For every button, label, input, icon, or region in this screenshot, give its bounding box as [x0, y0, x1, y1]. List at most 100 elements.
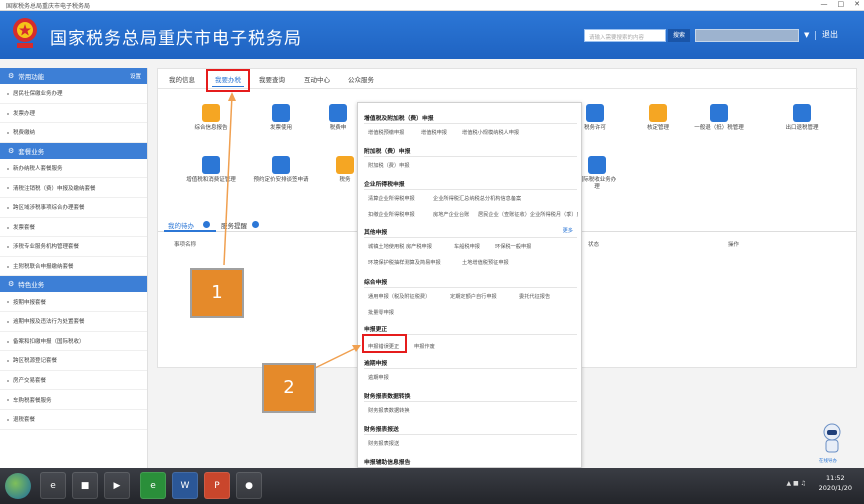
sidebar-section-special[interactable]: ⚙ 特色业务: [0, 276, 147, 293]
tile-label: 税费申: [329, 125, 347, 131]
menu-link[interactable]: 附加税（费）申报: [368, 162, 410, 169]
pricing-icon: [272, 156, 290, 174]
logout-link[interactable]: 退出: [822, 29, 838, 40]
sidebar-item[interactable]: 税费缴纳: [0, 123, 147, 143]
sidebar-item[interactable]: 房产交易套餐: [0, 371, 147, 391]
sidebar-section-title: 套餐业务: [18, 147, 45, 156]
menu-link[interactable]: 逾期申报: [368, 374, 389, 381]
menu-link[interactable]: 增值税小规模纳税人申报: [462, 129, 519, 136]
menu-link[interactable]: 城镇土地使用税 房产税申报: [368, 243, 432, 250]
sidebar-item[interactable]: 发票套餐: [0, 218, 147, 238]
menu-link[interactable]: 扣缴企业所得税申报: [368, 211, 415, 218]
assessment-icon: [649, 104, 667, 122]
active-tab-underline: [164, 230, 216, 232]
menu-link[interactable]: 企业所得税汇总纳税总分机构信息备案: [433, 195, 521, 202]
sidebar-item[interactable]: 车购税套餐服务: [0, 390, 147, 410]
gear-icon: ⚙: [8, 280, 15, 289]
sidebar-item[interactable]: 备案和扣缴申报（国际税收）: [0, 332, 147, 352]
menu-link[interactable]: 清算企业所得税申报: [368, 195, 415, 202]
menu-section-title: 申报更正: [364, 327, 388, 333]
menu-link[interactable]: 委托代征报告: [519, 293, 550, 300]
close-icon[interactable]: ✕: [854, 0, 860, 8]
user-name-box[interactable]: [695, 29, 799, 42]
tile-tax-declare[interactable]: 税费申: [318, 104, 358, 132]
tile-tax-service[interactable]: 税务: [330, 156, 360, 184]
clock-date: 2020/1/20: [818, 484, 852, 492]
sidebar-item[interactable]: 按期申报套餐: [0, 292, 147, 312]
divider: [364, 237, 577, 238]
menu-link[interactable]: 房地产企业台账: [433, 211, 469, 218]
start-button-icon[interactable]: [5, 473, 31, 499]
sidebar-item[interactable]: 主附税联合申报缴纳套餐: [0, 257, 147, 277]
gear-icon: ⚙: [8, 146, 15, 155]
system-tray: ▲ ■ ♫: [786, 480, 806, 487]
service-icon: [336, 156, 354, 174]
step-1-marker: 1: [190, 268, 244, 318]
menu-link[interactable]: 环境保护税抽样测算及简易申报: [368, 259, 441, 266]
tile-refund[interactable]: 一般退（抵）税管理: [689, 104, 749, 132]
maximize-icon[interactable]: □: [838, 0, 845, 8]
tile-international[interactable]: 国际税收业务办理: [577, 156, 617, 191]
tab-my-info[interactable]: 我的信息: [169, 74, 195, 84]
chatbot-icon[interactable]: [820, 422, 844, 458]
menu-link[interactable]: 环保税一般申报: [495, 243, 531, 250]
column-header-operation: 操作: [728, 242, 740, 248]
tab-query[interactable]: 我要查询: [259, 74, 285, 84]
tile-label: 增值税和消费证管理: [186, 177, 236, 183]
menu-link[interactable]: 增值税预缴申报: [368, 129, 404, 136]
tab-my-todo[interactable]: 我的待办: [168, 220, 194, 230]
sidebar-item[interactable]: 退税套餐: [0, 410, 147, 430]
powerpoint-icon[interactable]: P: [204, 472, 230, 499]
menu-link[interactable]: 居民企业（查账征收）企业所得税月（季）度申报: [478, 211, 578, 218]
permit-icon: [586, 104, 604, 122]
chevron-down-icon[interactable]: ▼: [804, 31, 809, 39]
sidebar-item[interactable]: 涉税专业服务机构管理套餐: [0, 237, 147, 257]
menu-section-title: 综合申报: [364, 280, 388, 286]
tab-service-reminder[interactable]: 服务提醒: [221, 220, 247, 230]
more-link[interactable]: 更多: [563, 227, 573, 234]
menu-link[interactable]: 申报作废: [414, 343, 435, 350]
menu-link[interactable]: 定期定额户自行申报: [450, 293, 497, 300]
minimize-icon[interactable]: —: [821, 0, 828, 8]
folder-icon[interactable]: ■: [72, 472, 98, 499]
menu-section-title: 增值税及附加税（费）申报: [364, 116, 434, 122]
tile-assessment[interactable]: 核定管理: [628, 104, 688, 132]
tile-comprehensive-report[interactable]: 综合信息报告: [181, 104, 241, 132]
sidebar-item[interactable]: 跨区域涉税事项综合办理套餐: [0, 198, 147, 218]
menu-link[interactable]: 财务报表数据转换: [368, 407, 410, 414]
word-icon[interactable]: W: [172, 472, 198, 499]
report-icon: [202, 104, 220, 122]
menu-link[interactable]: 车船税申报: [454, 243, 480, 250]
menu-link[interactable]: 批量零申报: [368, 309, 394, 316]
media-icon[interactable]: ▶: [104, 472, 130, 499]
sidebar-item[interactable]: 新办纳税人套餐服务: [0, 159, 147, 179]
tile-invoice-use[interactable]: 发票使用: [251, 104, 311, 132]
site-header: 国家税务总局重庆市电子税务局 请输入需要搜索的内容 搜索 ▼ 退出: [0, 11, 864, 59]
sidebar-item[interactable]: 居民社保缴业务办理: [0, 84, 147, 104]
sidebar-item[interactable]: 发票办理: [0, 104, 147, 124]
menu-link[interactable]: 通用申报（税及附征税费）: [368, 293, 430, 300]
sidebar-item[interactable]: 逾期申报及违法行为处置套餐: [0, 312, 147, 332]
tile-vat-certificate[interactable]: 增值税和消费证管理: [181, 156, 241, 184]
tab-interaction[interactable]: 互动中心: [304, 74, 330, 84]
tile-pricing-arrangement[interactable]: 预约定价安排谈签申请: [251, 156, 311, 184]
sidebar: ⚙ 常用功能 设置 居民社保缴业务办理 发票办理 税费缴纳 ⚙ 套餐业务 新办纳…: [0, 68, 148, 468]
ie-icon[interactable]: e: [40, 472, 66, 499]
divider: [815, 31, 816, 40]
menu-link[interactable]: 财务报表报送: [368, 440, 399, 447]
sidebar-item[interactable]: 清税注销税（费）申报及缴纳套餐: [0, 178, 147, 198]
window-controls: — □ ✕: [821, 0, 861, 8]
browser-icon[interactable]: e: [140, 472, 166, 499]
taskbar: e ■ ▶ e W P ● ▲ ■ ♫ 11:52 2020/1/20: [0, 468, 864, 504]
sidebar-section-packages[interactable]: ⚙ 套餐业务: [0, 142, 147, 159]
search-button[interactable]: 搜索: [668, 29, 690, 42]
menu-link[interactable]: 土地增值税预征申报: [462, 259, 509, 266]
app-icon[interactable]: ●: [236, 472, 262, 499]
sidebar-section-common[interactable]: ⚙ 常用功能 设置: [0, 68, 147, 84]
settings-link[interactable]: 设置: [130, 72, 141, 80]
tab-public-service[interactable]: 公众服务: [348, 74, 374, 84]
menu-link[interactable]: 增值税申报: [421, 129, 447, 136]
sidebar-item[interactable]: 跨区税源登记套餐: [0, 351, 147, 371]
search-input[interactable]: 请输入需要搜索的内容: [584, 29, 666, 42]
tile-export-refund[interactable]: 出口退税管理: [772, 104, 832, 132]
